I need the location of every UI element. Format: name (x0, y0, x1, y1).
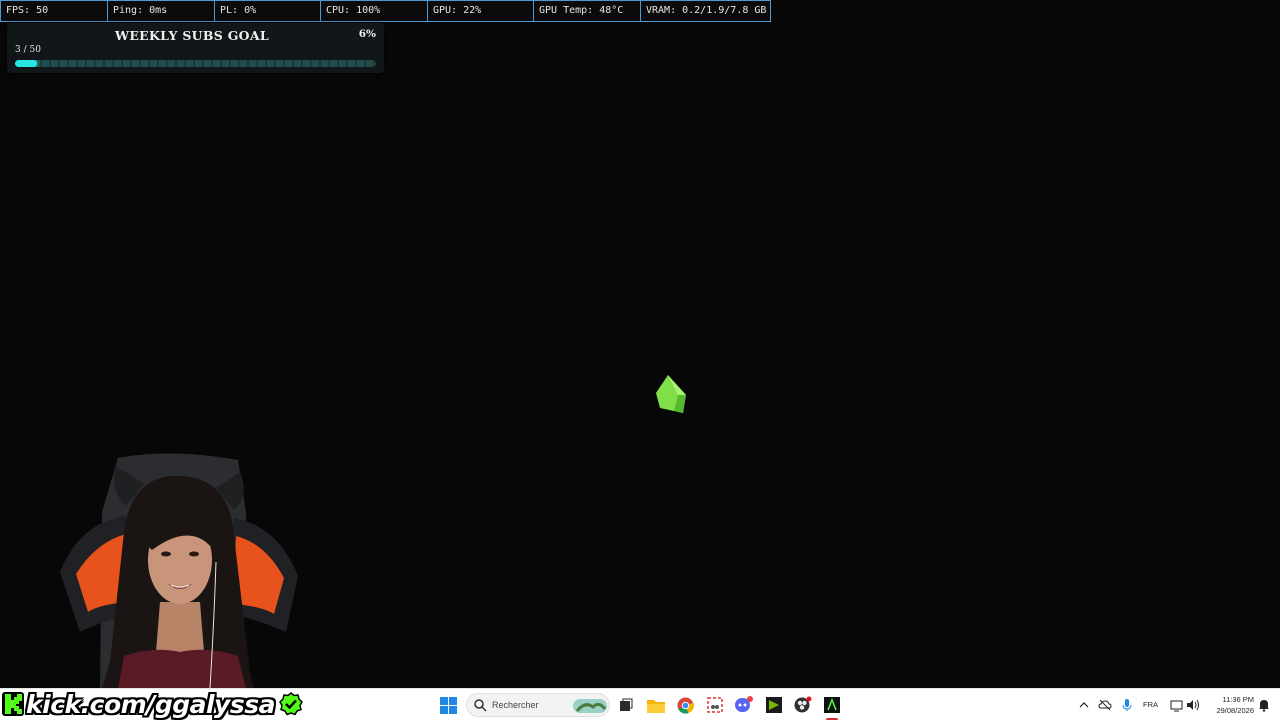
goal-percent: 6% (358, 28, 376, 40)
clock-time: 11:36 PM (1222, 695, 1254, 704)
taskbar-clock[interactable]: 11:36 PM 29/08/2026 (1206, 694, 1254, 716)
webcam-feed (60, 453, 298, 688)
cloud-sync-off-icon[interactable] (1098, 698, 1112, 712)
cpu-readout: CPU: 100% (321, 1, 428, 21)
volume-icon[interactable] (1186, 698, 1200, 712)
task-view-icon[interactable] (616, 695, 636, 715)
verified-badge-icon (279, 692, 303, 716)
notification-bell-icon[interactable] (1257, 698, 1271, 712)
search-placeholder: Rechercher (492, 700, 539, 710)
goal-progress-fill (15, 60, 37, 67)
chrome-icon[interactable] (675, 695, 695, 715)
subs-goal-widget: WEEKLY SUBS GOAL 6% 3 / 50 (7, 23, 384, 73)
network-icon[interactable] (1170, 698, 1184, 712)
kick-logo-icon (2, 692, 24, 716)
kick-channel-url: kick.com/ggalyssa (26, 689, 275, 719)
windows-start-icon[interactable] (438, 695, 458, 715)
search-highlight-icon (573, 699, 607, 713)
green-crystal-shape (656, 375, 686, 413)
file-explorer-icon[interactable] (646, 695, 666, 715)
gpu-temp-readout: GPU Temp: 48°C (534, 1, 641, 21)
packet-loss-readout: PL: 0% (215, 1, 321, 21)
performance-stats-bar: FPS: 50 Ping: 0ms PL: 0% CPU: 100% GPU: … (0, 0, 771, 22)
clock-date: 29/08/2026 (1216, 706, 1254, 715)
goal-count: 3 / 50 (15, 45, 41, 55)
goal-progress-track (15, 60, 376, 67)
chevron-up-icon[interactable] (1077, 698, 1091, 712)
nvidia-icon[interactable] (764, 695, 784, 715)
microphone-icon[interactable] (1120, 698, 1134, 712)
search-icon (474, 699, 487, 712)
vram-readout: VRAM: 0.2/1.9/7.8 GB (646, 5, 767, 16)
obs-icon[interactable] (793, 695, 813, 715)
snipping-tool-icon[interactable] (705, 695, 725, 715)
taskbar-search-box[interactable]: Rechercher (466, 693, 610, 717)
gpu-readout: GPU: 22% (428, 1, 534, 21)
fps-readout: FPS: 50 (1, 1, 108, 21)
ping-readout: Ping: 0ms (108, 1, 215, 21)
goal-title: WEEKLY SUBS GOAL (115, 28, 269, 43)
discord-icon[interactable] (734, 695, 754, 715)
keyboard-language[interactable]: FRA (1143, 700, 1158, 709)
kick-channel-banner: kick.com/ggalyssa (0, 688, 350, 720)
terminal-icon[interactable] (822, 695, 842, 715)
